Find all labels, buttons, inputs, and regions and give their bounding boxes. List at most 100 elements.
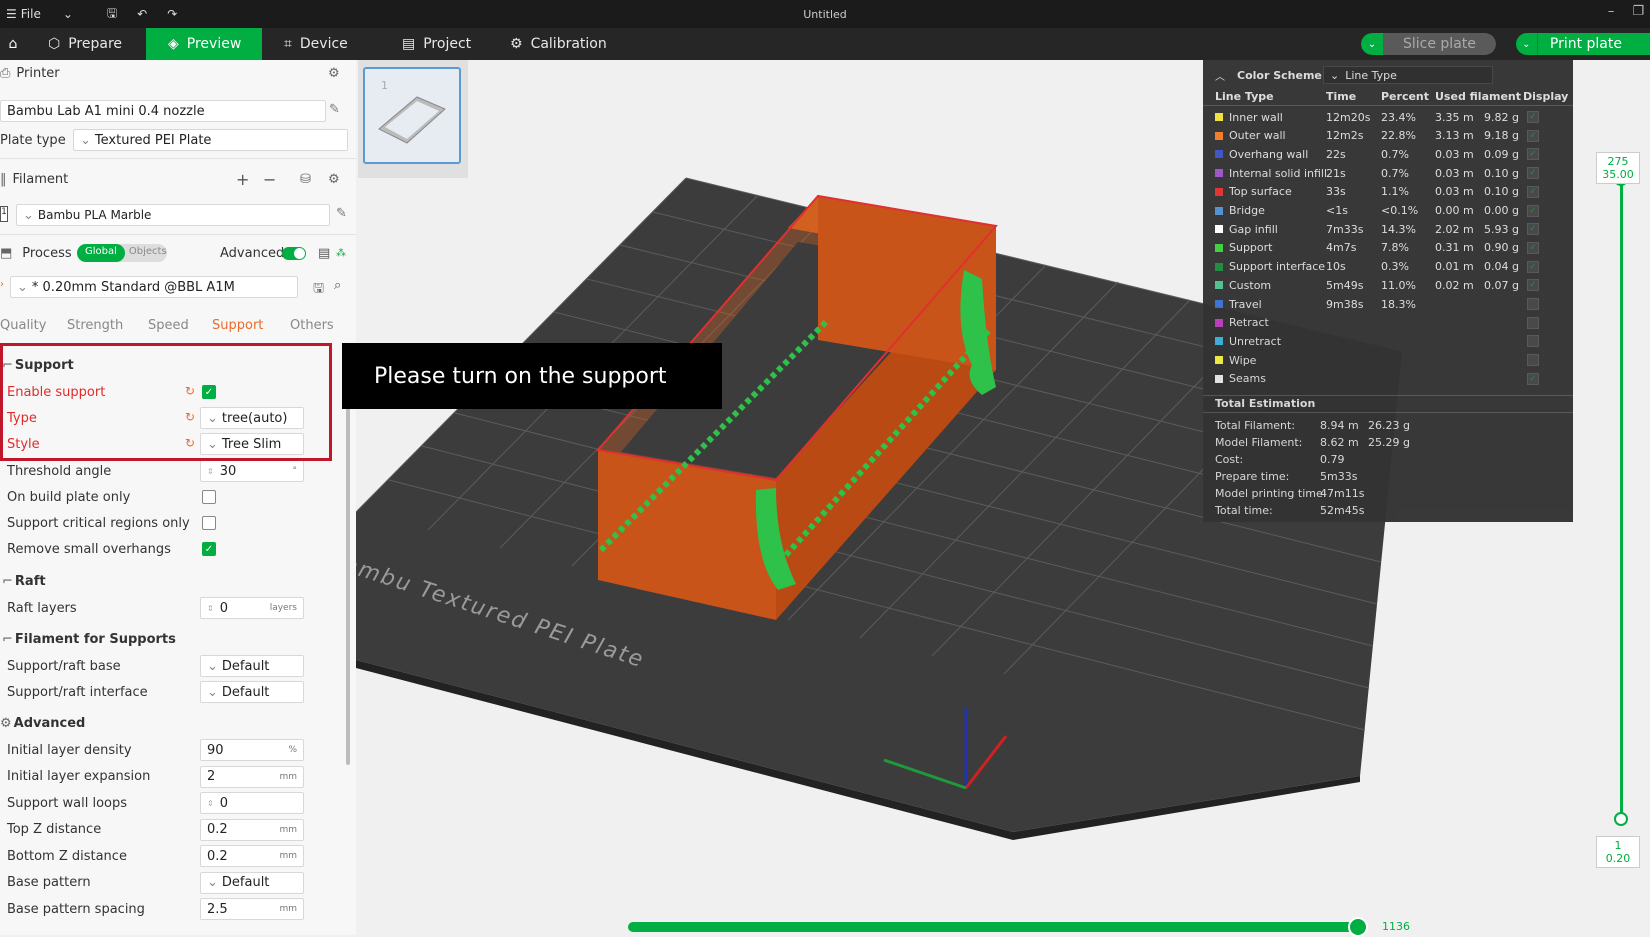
advanced-field[interactable]: 0.2 mm: [200, 818, 304, 841]
filament-slot[interactable]: 1: [0, 206, 8, 222]
subtab-support[interactable]: Support: [212, 318, 263, 333]
display-checkbox[interactable]: ✓: [1527, 260, 1539, 273]
redo-icon[interactable]: ↷: [161, 7, 183, 21]
legend-row[interactable]: Retract: [1203, 314, 1573, 332]
chevron-down-icon[interactable]: ⌄: [1516, 33, 1538, 55]
gear-icon[interactable]: ⚙: [328, 172, 340, 187]
tab-preview[interactable]: ◈ Preview: [146, 28, 262, 60]
print-plate-button[interactable]: ⌄ Print plate: [1515, 33, 1650, 55]
tab-prepare[interactable]: ⬡ Prepare: [26, 28, 146, 60]
legend-row[interactable]: Bridge <1s <0.1% 0.00 m 0.00 g ✓: [1203, 202, 1573, 220]
minimize-icon[interactable]: –: [1608, 4, 1615, 19]
edit-icon[interactable]: ✎: [329, 102, 340, 117]
tab-device[interactable]: ⌗ Device: [262, 28, 380, 60]
sidebar-scrollbar[interactable]: [346, 385, 350, 765]
save-icon[interactable]: 🖫: [101, 4, 123, 25]
raft-layers-input[interactable]: ⇕ 0 layers: [200, 597, 304, 619]
chevron-down-icon[interactable]: ⌄: [1360, 33, 1383, 55]
legend-row[interactable]: Unretract: [1203, 332, 1573, 350]
display-checkbox[interactable]: [1527, 354, 1539, 367]
add-icon[interactable]: +: [236, 170, 249, 189]
display-checkbox[interactable]: [1527, 316, 1539, 329]
compare-icon[interactable]: ▤: [318, 246, 330, 261]
display-checkbox[interactable]: ✓: [1527, 111, 1539, 123]
stepper-icon[interactable]: ⇕: [207, 604, 214, 613]
stepper-icon[interactable]: ⇕: [207, 799, 214, 808]
legend-row[interactable]: Support interface 10s 0.3% 0.01 m 0.04 g ✓: [1203, 258, 1573, 276]
advanced-field[interactable]: 0.2 mm: [200, 845, 304, 867]
display-checkbox[interactable]: ✓: [1527, 204, 1539, 217]
move-slider-track[interactable]: [628, 922, 1362, 932]
legend-row[interactable]: Internal solid infill 21s 0.7% 0.03 m 0.10 g…: [1203, 164, 1573, 182]
display-checkbox[interactable]: [1527, 298, 1539, 310]
advanced-section: ⚙ Advanced: [0, 715, 86, 731]
legend-row[interactable]: Top surface 33s 1.1% 0.03 m 0.10 g ✓: [1203, 183, 1573, 201]
search-icon[interactable]: ⌕: [334, 278, 341, 293]
legend-row[interactable]: Travel 9m38s 18.3%: [1203, 295, 1573, 313]
tab-project[interactable]: ▤ Project: [380, 28, 488, 60]
gear-icon[interactable]: ⚙: [328, 66, 340, 81]
advanced-field[interactable]: 2 mm: [200, 765, 304, 788]
raft-interface-select[interactable]: ⌄ Default: [200, 681, 304, 703]
home-icon[interactable]: ⌂: [0, 28, 26, 60]
subtab-speed[interactable]: Speed: [148, 318, 189, 333]
legend-row[interactable]: Outer wall 12m2s 22.8% 3.13 m 9.18 g ✓: [1203, 127, 1573, 145]
subtab-others[interactable]: Others: [290, 318, 334, 333]
color-swatch: [1215, 187, 1223, 196]
layer-slider-track[interactable]: [1620, 180, 1623, 820]
preset-select[interactable]: ⌄ * 0.20mm Standard @BBL A1M: [10, 276, 298, 298]
build-plate-only-checkbox[interactable]: [202, 490, 216, 504]
filament-select[interactable]: ⌄ Bambu PLA Marble: [16, 204, 330, 226]
display-checkbox[interactable]: ✓: [1527, 223, 1539, 236]
toggle-global[interactable]: Global: [77, 244, 125, 262]
legend-row[interactable]: Support 4m7s 7.8% 0.31 m 0.90 g ✓: [1203, 239, 1573, 257]
display-checkbox[interactable]: [1527, 335, 1539, 348]
plate-type-select[interactable]: ⌄ Textured PEI Plate: [73, 129, 348, 151]
advanced-field[interactable]: ⌄ Default: [200, 871, 304, 894]
subtab-strength[interactable]: Strength: [67, 318, 123, 333]
display-checkbox[interactable]: ✓: [1527, 279, 1539, 292]
critical-only-checkbox[interactable]: [202, 516, 216, 530]
display-checkbox[interactable]: ✓: [1527, 372, 1539, 385]
undo-icon[interactable]: ↶: [131, 7, 153, 21]
color-scheme-select[interactable]: ⌄ Line Type: [1323, 66, 1493, 84]
display-checkbox[interactable]: ✓: [1527, 148, 1539, 161]
save-icon[interactable]: 🖫: [313, 279, 324, 301]
legend-row[interactable]: Custom 5m49s 11.0% 0.02 m 0.07 g ✓: [1203, 276, 1573, 294]
remove-small-checkbox[interactable]: ✓: [202, 542, 216, 556]
move-slider-knob[interactable]: [1348, 917, 1368, 937]
raft-base-select[interactable]: ⌄ Default: [200, 655, 304, 677]
advanced-field[interactable]: 90%: [200, 739, 304, 761]
plate-thumbnail[interactable]: 1: [363, 67, 461, 164]
advanced-switch[interactable]: [282, 247, 306, 260]
threshold-angle-input[interactable]: ⇕ 30 °: [200, 460, 304, 482]
display-checkbox[interactable]: ✓: [1527, 129, 1539, 142]
printer-select[interactable]: Bambu Lab A1 mini 0.4 nozzle: [0, 100, 326, 122]
legend-row[interactable]: Wipe: [1203, 351, 1573, 369]
stepper-icon[interactable]: ⇕: [207, 467, 214, 476]
advanced-field[interactable]: 2.5 mm: [200, 898, 304, 920]
group-icon[interactable]: ⁂: [336, 248, 346, 259]
slice-plate-button[interactable]: ⌄ Slice plate: [1360, 33, 1496, 55]
legend-row[interactable]: Inner wall 12m20s 23.4% 3.35 m 9.82 g ✓: [1203, 108, 1573, 126]
display-checkbox[interactable]: ✓: [1527, 185, 1539, 198]
display-checkbox[interactable]: ✓: [1527, 167, 1539, 180]
advanced-field[interactable]: ⇕ 0: [200, 792, 304, 814]
remove-icon[interactable]: −: [263, 170, 276, 189]
tab-calibration[interactable]: ⚙ Calibration: [488, 28, 629, 60]
display-checkbox[interactable]: ✓: [1527, 241, 1539, 254]
legend-row[interactable]: Gap infill 7m33s 14.3% 2.02 m 5.93 g ✓: [1203, 220, 1573, 238]
edit-icon[interactable]: ✎: [336, 206, 347, 221]
filament-sync-icon[interactable]: ⛁: [300, 172, 311, 187]
toggle-objects[interactable]: Objects: [125, 244, 171, 262]
file-menu[interactable]: ☰ File ⌄: [0, 7, 79, 21]
scope-toggle[interactable]: Global Objects: [77, 244, 167, 262]
restore-icon[interactable]: ❐: [1632, 4, 1644, 19]
subtab-quality[interactable]: Quality: [0, 318, 46, 333]
preset-modified-icon: ›: [0, 279, 4, 290]
legend-row[interactable]: Overhang wall 22s 0.7% 0.03 m 0.09 g ✓: [1203, 145, 1573, 163]
color-swatch: [1215, 262, 1223, 271]
layer-slider-bottom-knob[interactable]: [1614, 812, 1628, 826]
legend-row[interactable]: Seams ✓: [1203, 370, 1573, 388]
collapse-icon[interactable]: ︿: [1215, 68, 1225, 83]
